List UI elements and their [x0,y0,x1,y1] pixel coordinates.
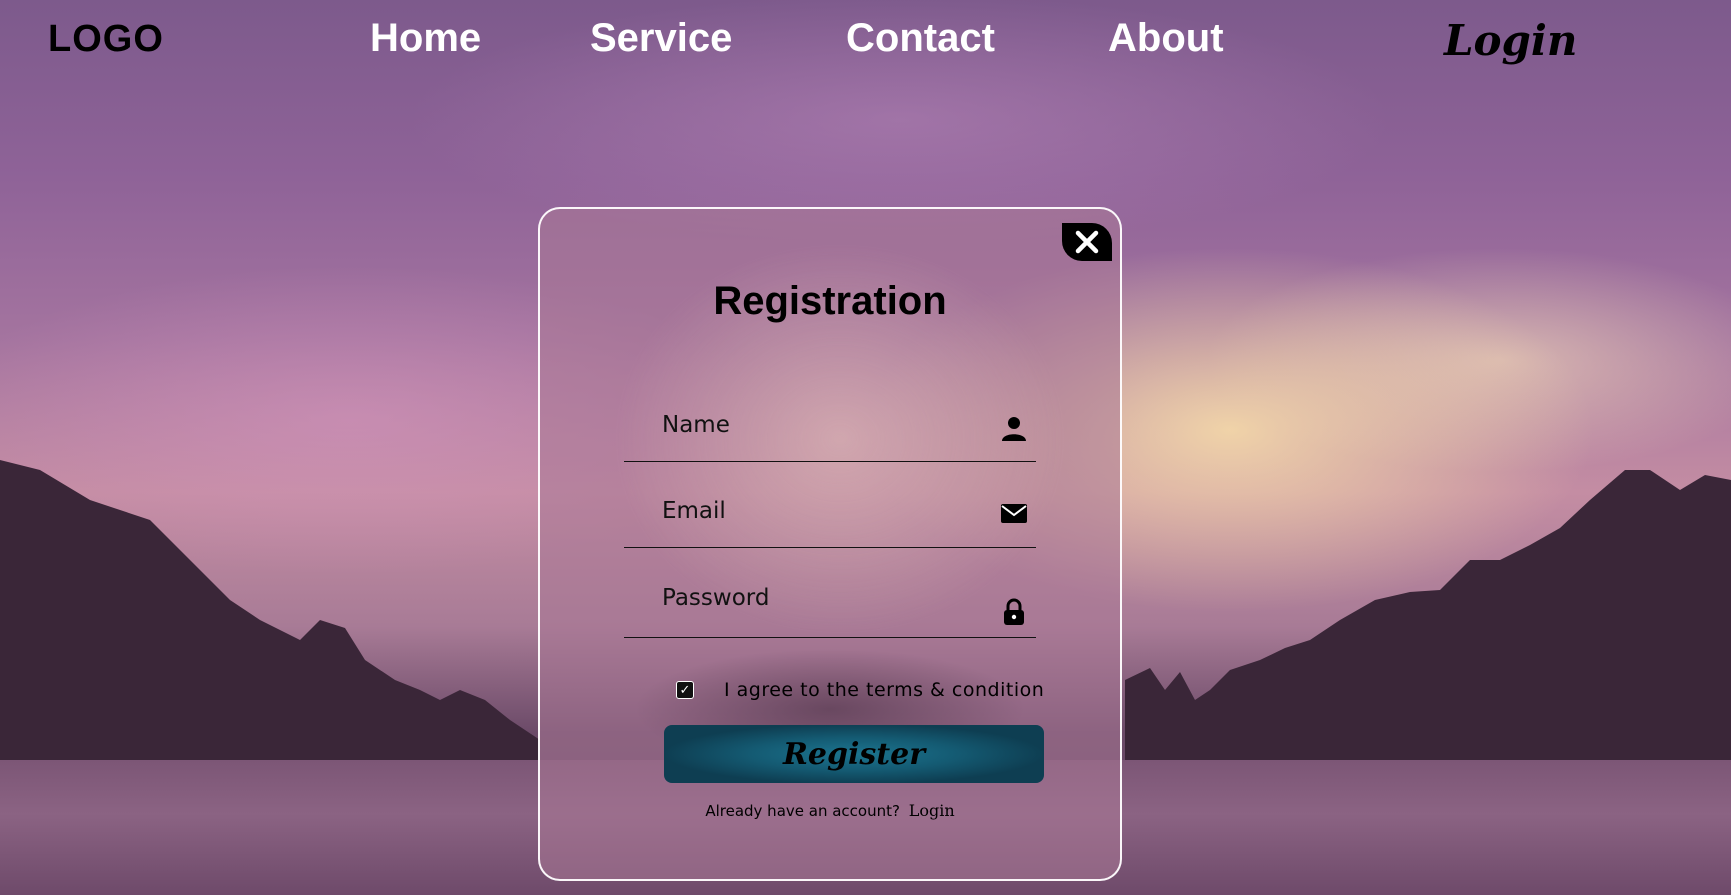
terms-label: I agree to the terms & condition [724,679,1045,701]
password-field [624,572,1036,638]
nav-service[interactable]: Service [590,16,732,61]
lock-icon [1004,598,1024,625]
name-field [624,399,1036,462]
user-icon [1002,417,1026,441]
register-button[interactable]: Register [664,725,1044,783]
close-button[interactable] [1062,223,1112,261]
email-field [624,485,1036,548]
nav-home[interactable]: Home [370,16,481,61]
registration-modal: Registration ✓ I agree to the terms & co… [538,207,1122,881]
nav-login-button[interactable]: Login [1444,16,1577,65]
nav-contact[interactable]: Contact [846,16,995,61]
name-input[interactable] [662,409,982,441]
login-link[interactable]: Login [909,801,955,820]
terms-row: ✓ I agree to the terms & condition [676,679,1044,701]
mail-icon [1001,504,1027,523]
modal-title: Registration [713,279,947,323]
email-input[interactable] [662,495,982,527]
nav-about[interactable]: About [1108,16,1224,61]
password-input[interactable] [662,582,982,614]
logo: LOGO [48,18,164,60]
close-icon [1075,230,1099,254]
login-prompt: Already have an account? Login [540,801,1120,820]
terms-checkbox[interactable]: ✓ [676,681,694,699]
login-prompt-text: Already have an account? [705,802,900,820]
